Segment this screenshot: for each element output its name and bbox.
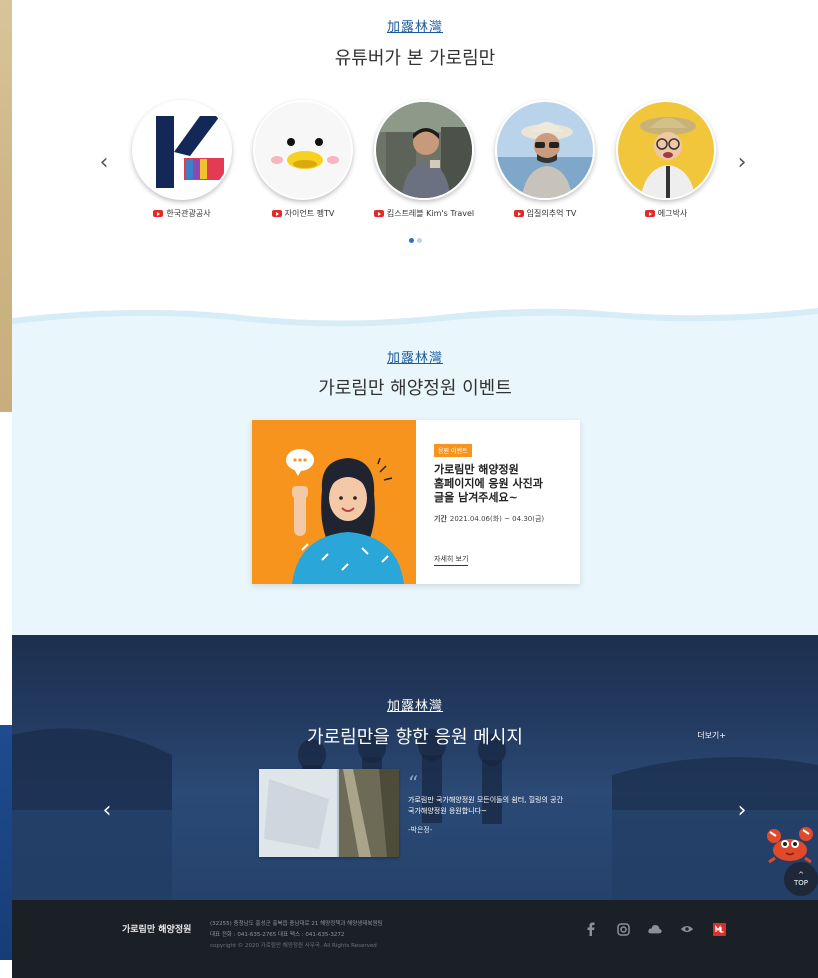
youtube-icon xyxy=(271,210,282,217)
brand-mark: 加露林灣 xyxy=(386,20,443,35)
channel-avatar-eggbaksa[interactable] xyxy=(616,100,716,200)
youtuber-next-button[interactable]: › xyxy=(730,150,754,175)
event-brand: 加露林灣 xyxy=(12,347,818,366)
footer-info: (32255) 충청남도 홍성군 홍북읍 충남대로 21 해양정책과 해양생태복… xyxy=(210,919,383,952)
message-author: -박은정- xyxy=(408,826,433,834)
channel-card[interactable]: 킴스트레블 Kim's Travel xyxy=(369,100,479,219)
channel-card[interactable]: 한국관광공사 xyxy=(127,100,237,219)
message-text: 가로림만 국가해양정원 모든이들의 쉼터, 힐링의 공간 국가해양정원 응원합니… xyxy=(408,796,564,815)
social-links xyxy=(584,922,726,936)
messages-brand: 加露林灣 xyxy=(12,695,818,714)
cloud-icon[interactable] xyxy=(648,922,662,936)
instagram-icon[interactable] xyxy=(616,922,630,936)
brand-mark: 加露林灣 xyxy=(386,351,443,366)
channel-avatar-pengsoo[interactable] xyxy=(253,100,353,200)
footer: 가로림만 해양정원 (32255) 충청남도 홍성군 홍북읍 충남대로 21 해… xyxy=(12,900,818,978)
carousel-dot-2[interactable] xyxy=(416,238,422,243)
quote-icon: “ xyxy=(408,771,419,795)
messages-prev-button[interactable]: ‹ xyxy=(95,798,119,823)
footer-contact: 대표 전화 : 041-635-2765 대표 팩스 : 041-635-327… xyxy=(210,932,345,938)
left-decor-sea xyxy=(0,725,12,960)
youtube-icon xyxy=(644,210,655,217)
channel-card[interactable]: 자이언트 펭TV xyxy=(248,100,358,219)
channel-card[interactable]: 입질의추억 TV xyxy=(490,100,600,219)
footer-address: (32255) 충청남도 홍성군 홍북읍 충남대로 21 해양정책과 해양생태복… xyxy=(210,921,383,927)
carousel-dot-1[interactable] xyxy=(408,238,414,243)
event-title: 가로림만 해양정원 이벤트 xyxy=(318,378,512,399)
eye-icon[interactable] xyxy=(680,922,694,936)
event-more-link[interactable]: 자세히 보기 xyxy=(434,554,469,566)
channel-label[interactable]: 한국관광공사 xyxy=(127,208,237,219)
channel-label[interactable]: 킴스트레블 Kim's Travel xyxy=(369,208,479,219)
event-section: 加露林灣 가로림만 해양정원 이벤트 응원 이벤트 가로림만 해양정원 홈페이지… xyxy=(12,290,818,635)
messages-next-button[interactable]: › xyxy=(730,798,754,823)
event-info: 응원 이벤트 가로림만 해양정원 홈페이지에 응원 사진과 글을 남겨주세요~ … xyxy=(416,420,580,584)
youtuber-title: 유튜버가 본 가로림만 xyxy=(334,48,496,69)
wave-decoration xyxy=(12,290,818,327)
channel-label[interactable]: 에그박사 xyxy=(611,208,721,219)
event-period: 기간 2021.04.06(화) ~ 04.30(금) xyxy=(434,515,545,523)
youtube-icon xyxy=(153,210,164,217)
facebook-icon[interactable] xyxy=(584,922,598,936)
message-photo[interactable] xyxy=(259,769,399,857)
channel-avatar-kims-travel[interactable] xyxy=(374,100,474,200)
channel-label[interactable]: 입질의추억 TV xyxy=(490,208,600,219)
blog-icon[interactable] xyxy=(712,922,726,936)
carousel-dots xyxy=(12,238,818,243)
messages-more-link[interactable]: 더보기+ xyxy=(697,730,726,741)
youtube-icon xyxy=(373,210,384,217)
channel-avatar-ipjil[interactable] xyxy=(495,100,595,200)
channel-avatar-kto[interactable] xyxy=(132,100,232,200)
messages-section: 加露林灣 가로림만을 향한 응원 메시지 더보기+ ‹ › “ 가로림만 국가해… xyxy=(12,635,818,900)
channel-card[interactable]: 에그박사 xyxy=(611,100,721,219)
messages-background xyxy=(12,728,818,900)
event-badge: 응원 이벤트 xyxy=(434,444,472,457)
youtuber-prev-button[interactable]: ‹ xyxy=(92,150,116,175)
event-illustration xyxy=(252,420,416,584)
event-card[interactable]: 응원 이벤트 가로림만 해양정원 홈페이지에 응원 사진과 글을 남겨주세요~ … xyxy=(252,420,580,584)
channel-label[interactable]: 자이언트 펭TV xyxy=(248,208,358,219)
event-heading: 가로림만 해양정원 홈페이지에 응원 사진과 글을 남겨주세요~ xyxy=(434,463,543,504)
footer-copyright: copyright © 2020 가로림만 해양정원 사무국. All Righ… xyxy=(210,943,377,949)
youtube-icon xyxy=(513,210,524,217)
footer-brand: 가로림만 해양정원 xyxy=(122,925,192,935)
crab-mascot-icon[interactable] xyxy=(765,822,815,864)
youtuber-brand: 加露林灣 xyxy=(12,16,818,35)
youtuber-section: 加露林灣 유튜버가 본 가로림만 ‹ › 한국관광공사 자이언트 펭TV 킴스트… xyxy=(12,0,818,300)
left-decor-sand xyxy=(0,0,12,412)
brand-mark: 加露林灣 xyxy=(386,699,443,714)
scroll-top-button[interactable]: ^ TOP xyxy=(784,862,818,896)
